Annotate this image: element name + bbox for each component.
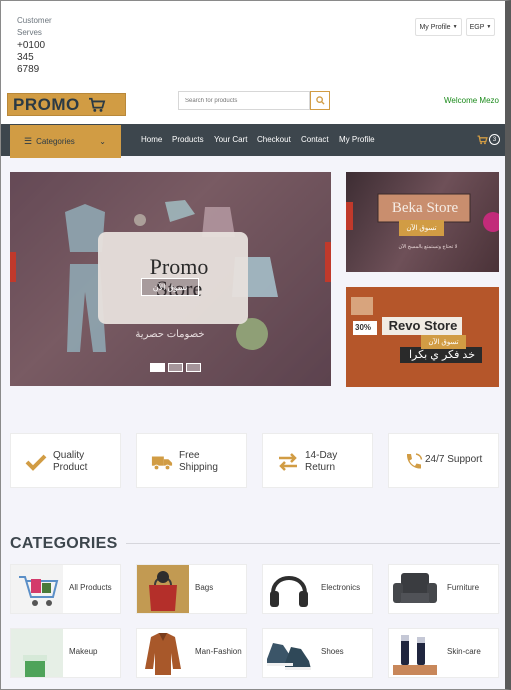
feature-label: Free Shipping bbox=[179, 450, 218, 474]
categories-heading: CATEGORIES bbox=[10, 535, 126, 553]
ad-shop-now-button[interactable]: تسوق الآن bbox=[399, 220, 444, 236]
feature-label-line-2: Return bbox=[305, 462, 336, 473]
scrollbar-thumb[interactable] bbox=[506, 124, 511, 158]
category-label: Man-Fashion bbox=[195, 647, 242, 656]
feature-label: 14-Day Return bbox=[305, 450, 337, 474]
phone-number-part: 345 bbox=[17, 52, 34, 63]
site-logo[interactable]: PROMO bbox=[7, 93, 126, 116]
hero-title-line-1: Promo bbox=[149, 254, 209, 279]
search-icon bbox=[315, 96, 325, 105]
hero-shop-now-button[interactable]: تسوق الآن bbox=[141, 278, 199, 296]
check-icon bbox=[25, 454, 47, 471]
jacket-image bbox=[137, 629, 189, 677]
feature-label-line-1: 14-Day bbox=[305, 450, 338, 461]
side-ad-revo-store[interactable]: 30% Revo Store تسوق الآن خد فكر ي بكرا bbox=[346, 287, 499, 387]
category-label: Shoes bbox=[321, 647, 344, 656]
category-label: Electronics bbox=[321, 583, 361, 592]
feature-24-7-support: 24/7 Support bbox=[388, 433, 499, 488]
feature-label-line-2: Product bbox=[53, 462, 88, 473]
my-profile-dropdown[interactable]: My Profile ▼ bbox=[415, 18, 462, 36]
headphones-image bbox=[263, 565, 315, 613]
ad-caption: لا تحتاج وتستمتع بالمسح الآن bbox=[398, 244, 458, 250]
customer-service-label-2: Serves bbox=[17, 28, 42, 37]
categories-toggle-button[interactable]: ☰ Categories ⌄ bbox=[10, 125, 121, 158]
ad-store-name: Beka Store bbox=[391, 200, 459, 216]
ad-store-name: Revo Store bbox=[388, 318, 458, 333]
phone-number-part: 6789 bbox=[17, 64, 40, 75]
category-card-all-products[interactable]: All Products bbox=[10, 564, 121, 614]
side-ad-beka-store[interactable]: Beka Store تسوق الآن لا تحتاج وتستمتع با… bbox=[346, 172, 499, 272]
caret-down-icon: ▼ bbox=[486, 24, 492, 30]
nav-link-products[interactable]: Products bbox=[172, 135, 204, 144]
carousel-indicator[interactable] bbox=[186, 363, 201, 372]
category-card-shoes[interactable]: Shoes bbox=[262, 628, 373, 678]
truck-icon bbox=[151, 456, 173, 471]
nav-link-home[interactable]: Home bbox=[141, 135, 162, 144]
currency-dropdown[interactable]: EGP ▼ bbox=[466, 18, 495, 36]
category-card-electronics[interactable]: Electronics bbox=[262, 564, 373, 614]
category-label: Makeup bbox=[69, 647, 98, 656]
search-button[interactable] bbox=[310, 91, 330, 110]
phone-icon bbox=[406, 453, 423, 469]
cart-icon bbox=[88, 97, 106, 112]
category-card-makeup[interactable]: Makeup bbox=[10, 628, 121, 678]
category-label: All Products bbox=[69, 583, 112, 592]
category-card-furniture[interactable]: Furniture bbox=[388, 564, 499, 614]
ad-shop-now-button[interactable]: تسوق الآن bbox=[421, 335, 466, 349]
nav-link-checkout[interactable]: Checkout bbox=[257, 135, 291, 144]
nav-link-contact[interactable]: Contact bbox=[301, 135, 329, 144]
category-label: Skin-care bbox=[447, 647, 481, 656]
nav-link-my-profile[interactable]: My Profile bbox=[339, 135, 375, 144]
logo-text: PROMO bbox=[13, 94, 80, 114]
menu-bars-icon: ☰ bbox=[24, 136, 33, 146]
cart-icon bbox=[477, 134, 488, 144]
categories-toggle-label: Categories bbox=[36, 137, 75, 146]
armchair-image bbox=[389, 565, 441, 613]
feature-label: Quality Product bbox=[53, 450, 87, 474]
shopping-cart-image bbox=[11, 565, 63, 613]
caret-down-icon: ▼ bbox=[452, 24, 458, 30]
hero-carousel[interactable]: Promo Store تسوق الآن خصومات حصرية bbox=[10, 172, 331, 386]
category-card-man-fashion[interactable]: Man-Fashion bbox=[136, 628, 247, 678]
ad-caption: خد فكر ي بكرا bbox=[408, 349, 476, 361]
carousel-indicators bbox=[150, 363, 201, 372]
nav-link-your-cart[interactable]: Your Cart bbox=[214, 135, 248, 144]
feature-label-line-1: 24/7 Support bbox=[425, 454, 483, 465]
hero-tagline: خصومات حصرية bbox=[135, 329, 205, 340]
feature-label-line-1: Free bbox=[179, 450, 200, 461]
sneakers-image bbox=[263, 629, 315, 677]
category-label: Furniture bbox=[447, 583, 480, 592]
feature-free-shipping: Free Shipping bbox=[136, 433, 247, 488]
navbar-cart-button[interactable]: 3 bbox=[477, 134, 500, 145]
feature-label-line-2: Shipping bbox=[179, 462, 218, 473]
currency-dropdown-label: EGP bbox=[469, 23, 485, 31]
feature-14-day-return: 14-Day Return bbox=[262, 433, 373, 488]
bag-image bbox=[137, 565, 189, 613]
carousel-indicator[interactable] bbox=[150, 363, 165, 372]
welcome-message: Welcome Mezo bbox=[444, 96, 499, 105]
ad-discount-badge: 30% bbox=[355, 323, 372, 332]
feature-quality-product: Quality Product bbox=[10, 433, 121, 488]
feature-label-line-1: Quality bbox=[53, 450, 85, 461]
cart-count-badge: 3 bbox=[489, 134, 500, 145]
exchange-icon bbox=[279, 453, 297, 471]
category-card-bags[interactable]: Bags bbox=[136, 564, 247, 614]
search-input[interactable] bbox=[178, 91, 310, 110]
chevron-down-icon: ⌄ bbox=[99, 137, 106, 146]
browser-viewport: Customer Serves +0100 345 6789 My Profil… bbox=[0, 0, 511, 690]
my-profile-dropdown-label: My Profile bbox=[419, 23, 451, 31]
category-card-skin-care[interactable]: Skin-care bbox=[388, 628, 499, 678]
category-label: Bags bbox=[195, 583, 214, 592]
phone-number-part: +0100 bbox=[17, 40, 46, 51]
skincare-image bbox=[389, 629, 441, 677]
makeup-image bbox=[11, 629, 63, 677]
feature-label: 24/7 Support bbox=[425, 454, 482, 466]
carousel-indicator[interactable] bbox=[168, 363, 183, 372]
customer-service-label: Customer bbox=[17, 16, 52, 25]
